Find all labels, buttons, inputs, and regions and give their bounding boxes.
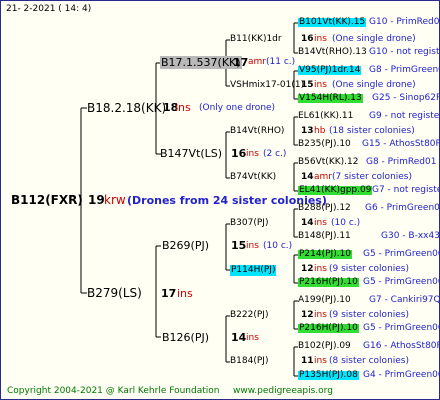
- footer-copyright: Copyright 2004-2021 @ Karl Kehrle Founda…: [7, 386, 220, 396]
- g4-11-ref: G5 - PrimGreen00: [363, 277, 440, 287]
- g4-9-id[interactable]: B148(PJ).11: [298, 232, 351, 241]
- g3-7-note: (8 sister colonies): [329, 356, 410, 366]
- g4-7-ref: G7 - not registe: [372, 185, 440, 195]
- g3-0-code: ins: [314, 34, 327, 44]
- g4-0-ref: G10 - PrimRed01: [369, 17, 440, 27]
- g2-3-id[interactable]: B126(PJ): [162, 332, 209, 343]
- g3-7-code: ins: [314, 356, 327, 366]
- g4-12-id[interactable]: A199(PJ).10: [298, 296, 351, 305]
- g2-3-code: ins: [246, 333, 259, 343]
- g3-6-code: ins: [314, 310, 327, 320]
- g4-8-id[interactable]: B288(PJ).12: [298, 204, 351, 213]
- g2-2-note: (10 c.): [263, 241, 293, 251]
- g3-6-ins: 12: [301, 310, 314, 320]
- g2-1-code: ins: [246, 149, 259, 159]
- g3-2-note: (18 sister colonies): [329, 126, 415, 136]
- root-ins-count: 19: [88, 193, 105, 207]
- g4-10-id[interactable]: P214(PJ).10: [298, 250, 353, 259]
- g3-3-id[interactable]: B74Vt(KK): [230, 173, 276, 182]
- g3-3-code: amr: [314, 172, 332, 182]
- root-code: krw: [104, 193, 126, 207]
- g4-11-id[interactable]: P216H(PJ).10: [298, 278, 359, 287]
- g4-1-ref: G10 - not registe: [369, 47, 440, 57]
- g2-2-id[interactable]: B269(PJ): [162, 240, 209, 251]
- g4-5-id[interactable]: B235(PJ).10: [298, 140, 351, 149]
- g3-0-ins: 16: [301, 34, 314, 44]
- g2-0-note: (11 c.): [266, 57, 296, 67]
- g3-2-id[interactable]: B14Vt(RHO): [230, 127, 284, 136]
- g4-6-ref: G8 - PrimRed01: [366, 157, 437, 167]
- g2-3-ins: 14: [231, 331, 247, 344]
- g2-0-code: amr: [248, 57, 266, 67]
- g1-1-code: ins: [177, 287, 193, 300]
- g3-6-id[interactable]: B222(PJ): [230, 311, 268, 320]
- g4-5-ref: G15 - AthosSt80R: [362, 139, 440, 149]
- g4-6-id[interactable]: B56Vt(KK).12: [298, 158, 358, 167]
- g3-1-note: (One single drone): [332, 80, 416, 90]
- g4-12-ref: G7 - Cankiri97Q: [369, 295, 440, 305]
- g2-1-id[interactable]: B147Vt(LS): [160, 148, 222, 159]
- g3-6-note: (9 sister colonies): [329, 310, 410, 320]
- g2-0-id[interactable]: B17.1.537(KK): [160, 56, 242, 69]
- g3-1-code: ins: [314, 80, 327, 90]
- g4-13-ref: G5 - PrimGreen00: [363, 323, 440, 333]
- g3-3-ins: 14: [301, 172, 314, 182]
- g1-0-id[interactable]: B18.2.18(KK): [87, 102, 166, 114]
- g3-2-ins: 13: [301, 126, 314, 136]
- g3-0-id[interactable]: B11(KK)1dr: [230, 35, 282, 44]
- g3-0-note: (One single drone): [332, 34, 416, 44]
- g3-4-id[interactable]: B307(PJ): [230, 219, 268, 228]
- g2-1-ins: 16: [231, 147, 247, 160]
- g3-5-note: (9 sister colonies): [329, 264, 410, 274]
- g3-5-code: ins: [314, 264, 327, 274]
- g1-0-note: (Only one drone): [199, 103, 276, 113]
- root-id[interactable]: B112(FXR): [11, 194, 83, 206]
- g3-7-id[interactable]: B184(PJ): [230, 357, 268, 366]
- g4-10-ref: G5 - PrimGreen00: [363, 249, 440, 259]
- g2-2-ins: 15: [231, 239, 247, 252]
- g4-3-ref: G25 - Sinop62R: [372, 93, 440, 103]
- g1-1-id[interactable]: B279(LS): [87, 287, 142, 299]
- g3-5-id[interactable]: P114H(PJ): [230, 265, 277, 276]
- g3-4-note: (10 c.): [331, 218, 361, 228]
- g2-2-code: ins: [246, 241, 259, 251]
- g4-4-id[interactable]: EL61(KK).11: [298, 112, 353, 121]
- g2-1-note: (2 c.): [263, 149, 287, 159]
- g1-1-ins: 17: [161, 287, 177, 300]
- g4-2-ref: G8 - PrimGreen00: [369, 65, 439, 75]
- g4-14-ref: G16 - AthosSt80R: [363, 341, 440, 351]
- g3-2-code: hb: [314, 126, 326, 136]
- g3-1-ins: 15: [301, 80, 314, 90]
- g3-4-code: ins: [314, 218, 327, 228]
- g3-1-id[interactable]: VSHmix17-01(1): [230, 81, 304, 90]
- g3-7-ins: 11: [301, 356, 314, 366]
- g4-0-id[interactable]: B101Vt(KK).15: [298, 18, 367, 27]
- g4-9-ref: G30 - B-xx43: [381, 231, 440, 241]
- date-stamp: 21- 2-2021 ( 14: 4): [6, 4, 92, 14]
- g4-8-ref: G6 - PrimGreen00: [365, 203, 440, 213]
- g4-2-id[interactable]: V95(PJ)1dr.14: [298, 66, 362, 75]
- root-note: (Drones from 24 sister colonies): [127, 194, 327, 207]
- g4-1-id[interactable]: B14Vt(RHO).13: [298, 48, 367, 57]
- g4-4-ref: G9 - not registe: [369, 111, 440, 121]
- g3-5-ins: 12: [301, 264, 314, 274]
- g2-0-ins: 17: [233, 56, 249, 69]
- g4-13-id[interactable]: P216H(PJ).10: [298, 324, 359, 333]
- g4-7-id[interactable]: EL41(KK)gpp.09: [298, 186, 373, 195]
- g4-15-id[interactable]: P135H(PJ).08: [298, 371, 359, 380]
- g4-15-ref: G4 - PrimGreen00: [363, 370, 440, 380]
- g3-4-ins: 14: [301, 218, 314, 228]
- pedigree-frame: 21- 2-2021 ( 14: 4) B112(FXR) 19 krw (Dr…: [0, 0, 440, 400]
- g4-3-id[interactable]: V154H(RL).13: [298, 94, 363, 103]
- footer-site-link[interactable]: www.pedigreeapis.org: [233, 387, 333, 396]
- g3-3-note: (7 sister colonies): [332, 172, 413, 182]
- g4-14-id[interactable]: B102(PJ).09: [298, 342, 351, 351]
- g1-0-code: ins: [175, 101, 191, 114]
